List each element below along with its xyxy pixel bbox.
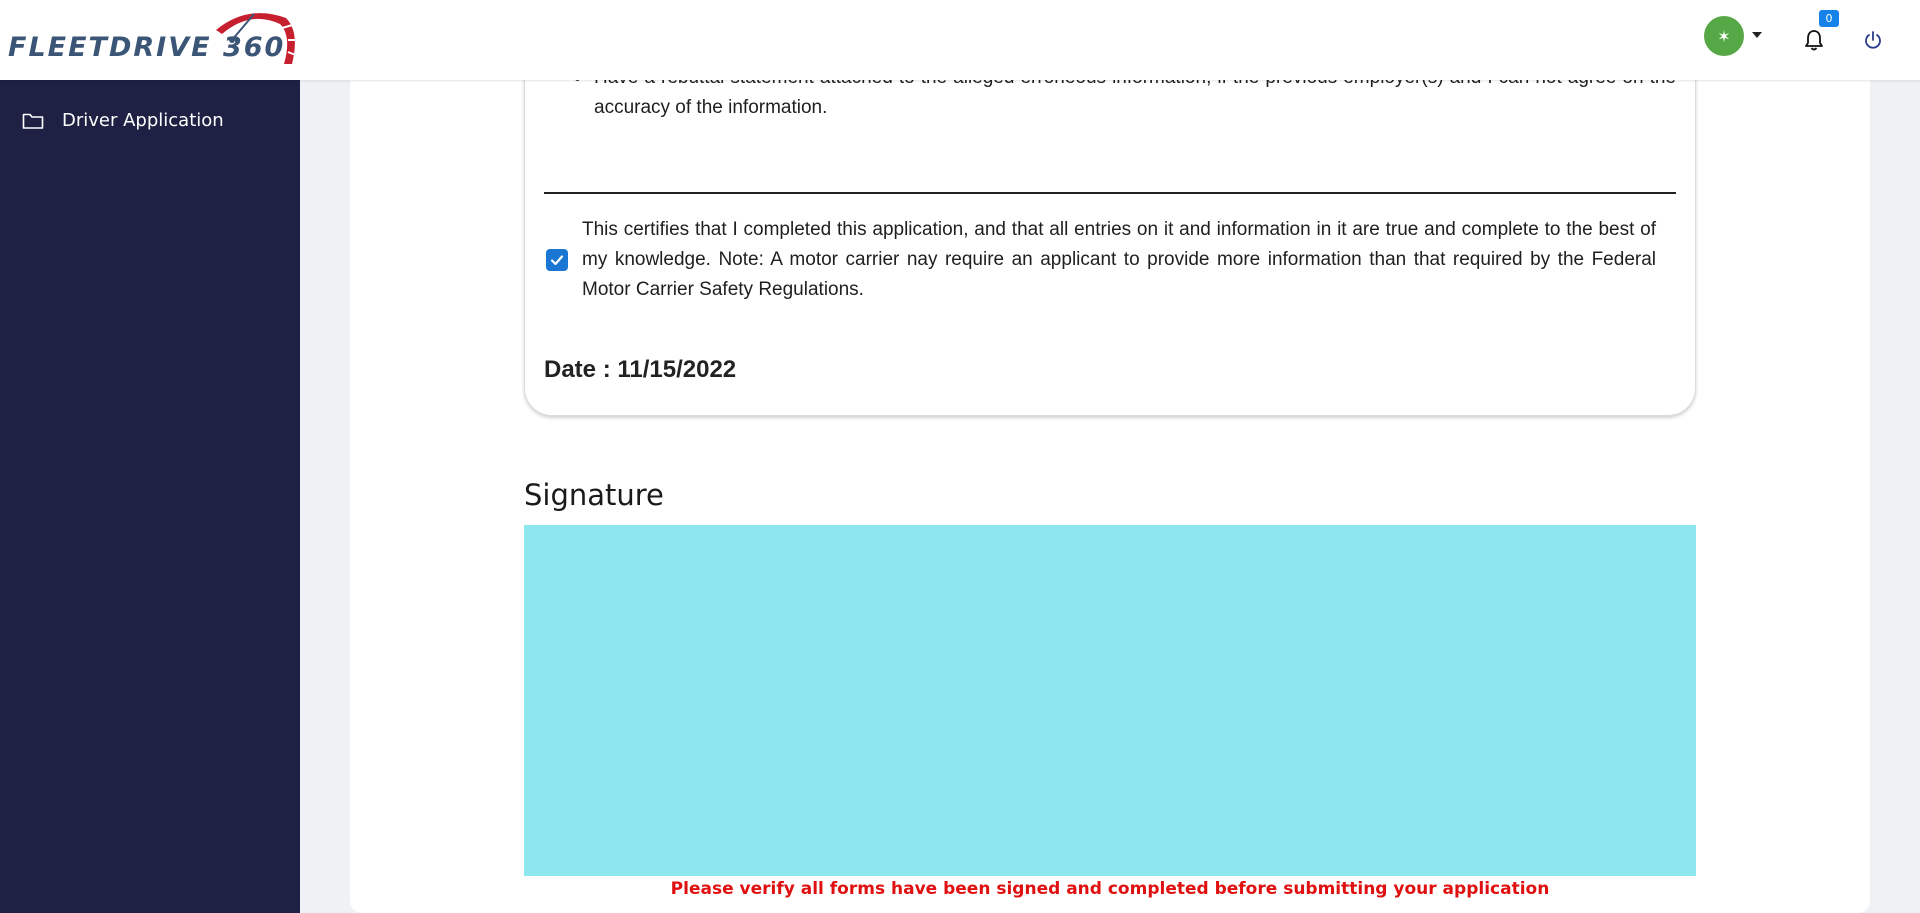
checkmark-icon (550, 255, 564, 266)
certification-date: Date : 11/15/2022 (544, 356, 737, 383)
certification-statement: This certifies that I completed this app… (582, 219, 1656, 300)
signature-title: Signature (524, 478, 664, 512)
certify-checkbox[interactable] (546, 249, 568, 271)
verification-warning: Please verify all forms have been signed… (670, 879, 1550, 899)
sidebar-item-label: Driver Application (62, 110, 224, 131)
user-avatar[interactable]: ✶ (1704, 16, 1744, 56)
chevron-down-icon[interactable] (1751, 30, 1763, 40)
fleetdrive-logo[interactable]: FLEETDRIVE 360 (8, 8, 300, 72)
bell-icon[interactable] (1803, 28, 1825, 52)
power-icon[interactable] (1863, 30, 1883, 50)
section-divider (544, 192, 1676, 194)
signature-pad[interactable] (524, 525, 1696, 876)
notification-count-badge: 0 (1819, 10, 1839, 27)
sidebar-item-driver-application[interactable]: Driver Application (0, 102, 300, 140)
speedometer-logo-icon (216, 13, 300, 65)
sidebar: Driver Application (0, 80, 300, 913)
folder-icon (22, 113, 44, 129)
top-header: FLEETDRIVE 360 ✶ 0 (0, 0, 1920, 80)
